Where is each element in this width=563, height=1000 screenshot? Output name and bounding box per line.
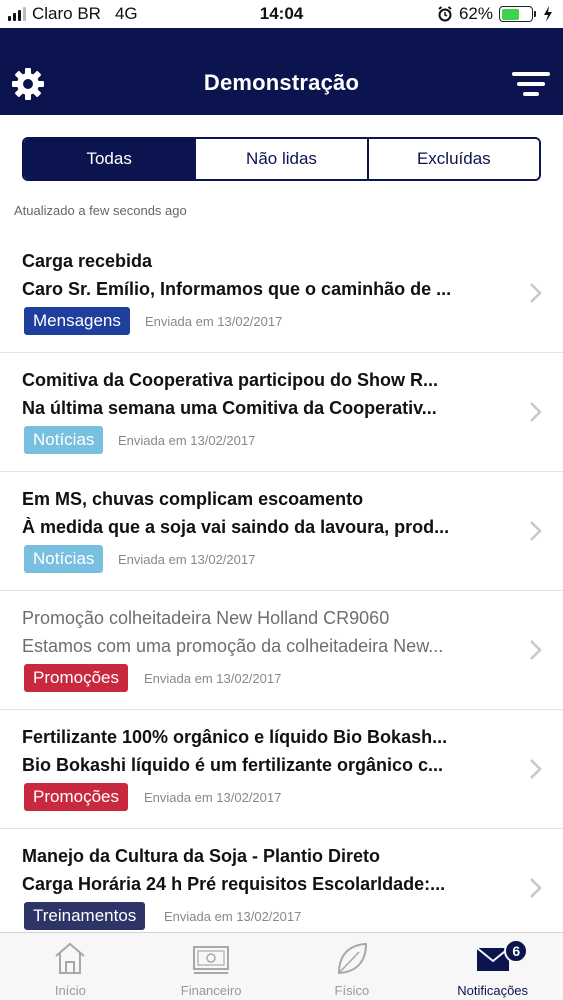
chevron-right-icon bbox=[530, 402, 542, 422]
notification-item[interactable]: Fertilizante 100% orgânico e líquido Bio… bbox=[0, 710, 563, 829]
category-tag: Promoções bbox=[24, 664, 128, 692]
category-tag: Notícias bbox=[24, 545, 104, 573]
bottom-tab-bar: Início Financeiro Físico 6 Notificações bbox=[0, 932, 563, 1000]
tab-fisico[interactable]: Físico bbox=[282, 933, 423, 1000]
tab-todas[interactable]: Todas bbox=[24, 139, 197, 179]
tab-notificacoes[interactable]: 6 Notificações bbox=[422, 933, 563, 1000]
notification-title: Promoção colheitadeira New Holland CR906… bbox=[22, 608, 390, 628]
chevron-right-icon bbox=[530, 283, 542, 303]
sent-date: Enviada em 13/02/2017 bbox=[118, 433, 256, 448]
notification-item[interactable]: Carga recebida Caro Sr. Emílio, Informam… bbox=[0, 234, 563, 353]
sent-date: Enviada em 13/02/2017 bbox=[144, 671, 282, 686]
notification-title: Comitiva da Cooperativa participou do Sh… bbox=[22, 370, 439, 390]
notification-body: À medida que a soja vai saindo da lavour… bbox=[22, 517, 450, 537]
tab-inicio[interactable]: Início bbox=[0, 933, 141, 1000]
notification-body: Carga Horária 24 h Pré requisitos Escola… bbox=[22, 874, 446, 894]
notification-list: Carga recebida Caro Sr. Emílio, Informam… bbox=[0, 234, 563, 948]
page-title: Demonstração bbox=[203, 70, 360, 95]
notification-item[interactable]: Manejo da Cultura da Soja - Plantio Dire… bbox=[0, 829, 563, 948]
tab-nao-lidas[interactable]: Não lidas bbox=[196, 139, 369, 179]
notification-filter-tabs: Todas Não lidas Excluídas bbox=[22, 137, 541, 181]
tab-label: Financeiro bbox=[180, 983, 242, 998]
filter-button[interactable] bbox=[511, 72, 551, 100]
tab-excluidas[interactable]: Excluídas bbox=[368, 139, 539, 179]
alarm-icon bbox=[438, 6, 452, 22]
chevron-right-icon bbox=[530, 759, 542, 779]
category-tag: Notícias bbox=[24, 426, 104, 454]
notification-body: Estamos com uma promoção da colheitadeir… bbox=[22, 636, 444, 656]
sent-date: Enviada em 13/02/2017 bbox=[164, 909, 302, 924]
notification-body: Caro Sr. Emílio, Informamos que o caminh… bbox=[22, 279, 452, 299]
tab-label: Físico bbox=[334, 983, 370, 998]
unread-count-badge: 6 bbox=[504, 939, 529, 963]
sent-date: Enviada em 13/02/2017 bbox=[118, 552, 256, 567]
battery-percent: 62% bbox=[458, 4, 493, 23]
notification-title: Manejo da Cultura da Soja - Plantio Dire… bbox=[22, 846, 381, 866]
chevron-right-icon bbox=[530, 521, 542, 541]
app-header: Demonstração bbox=[0, 28, 563, 115]
notification-body: Bio Bokashi líquido é um fertilizante or… bbox=[22, 755, 444, 775]
battery-icon bbox=[499, 6, 536, 22]
notification-body: Na última semana uma Comitiva da Coopera… bbox=[22, 398, 437, 418]
tab-label: Notificações bbox=[457, 983, 529, 998]
category-tag: Treinamentos bbox=[24, 902, 146, 930]
category-tag: Mensagens bbox=[24, 307, 130, 335]
status-right: 62% bbox=[437, 4, 553, 24]
last-updated-text: Atualizado a few seconds ago bbox=[14, 203, 187, 218]
notification-title: Em MS, chuvas complicam escoamento bbox=[22, 489, 364, 509]
chevron-right-icon bbox=[530, 878, 542, 898]
banknote-icon bbox=[193, 946, 230, 974]
leaf-icon bbox=[337, 942, 367, 975]
notification-title: Carga recebida bbox=[22, 251, 153, 271]
filter-icon bbox=[511, 72, 551, 96]
tab-financeiro[interactable]: Financeiro bbox=[141, 933, 282, 1000]
sent-date: Enviada em 13/02/2017 bbox=[145, 314, 283, 329]
tab-label: Início bbox=[54, 983, 86, 998]
notification-title: Fertilizante 100% orgânico e líquido Bio… bbox=[22, 727, 448, 747]
chevron-right-icon bbox=[530, 640, 542, 660]
notification-item[interactable]: Em MS, chuvas complicam escoamento À med… bbox=[0, 472, 563, 591]
charging-bolt-icon bbox=[544, 6, 552, 22]
notification-item[interactable]: Comitiva da Cooperativa participou do Sh… bbox=[0, 353, 563, 472]
category-tag: Promoções bbox=[24, 783, 128, 811]
status-bar: Claro BR 4G 14:04 62% bbox=[0, 0, 563, 28]
house-icon bbox=[55, 942, 86, 974]
notification-item[interactable]: Promoção colheitadeira New Holland CR906… bbox=[0, 591, 563, 710]
sent-date: Enviada em 13/02/2017 bbox=[144, 790, 282, 805]
battery-fill bbox=[501, 8, 520, 20]
